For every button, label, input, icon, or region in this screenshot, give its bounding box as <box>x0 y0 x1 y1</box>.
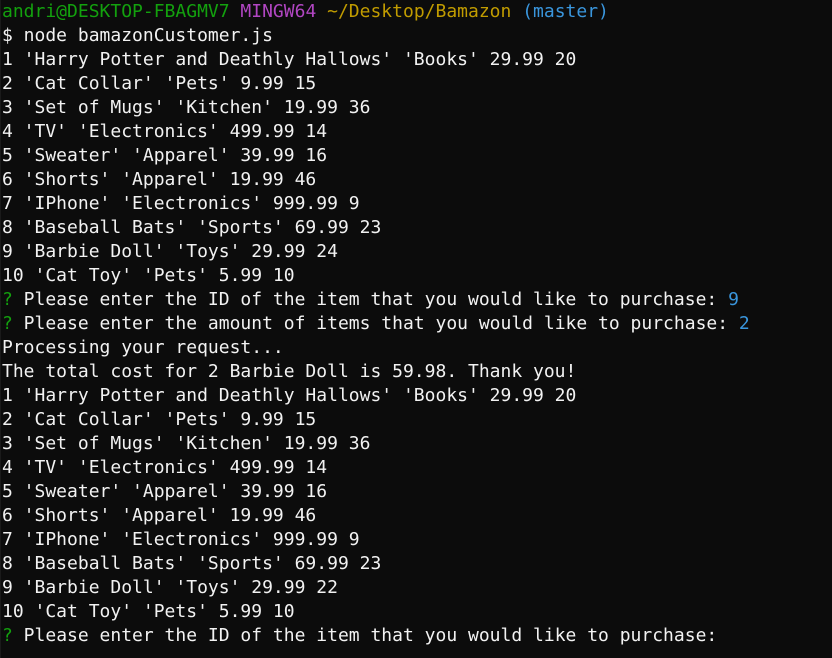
prompt-text: Please enter the ID of the item that you… <box>12 289 729 310</box>
id-prompt: ? Please enter the ID of the item that y… <box>1 288 832 312</box>
shell-prompt-header: andri@DESKTOP-FBAGMV7 MINGW64 ~/Desktop/… <box>1 0 832 24</box>
table-row: 10 'Cat Toy' 'Pets' 5.99 10 <box>2 601 295 622</box>
id-prompt-active[interactable]: ? Please enter the ID of the item that y… <box>1 624 832 648</box>
prompt-answer: 9 <box>728 289 739 310</box>
amount-prompt: ? Please enter the amount of items that … <box>1 312 832 336</box>
table-row: 9 'Barbie Doll' 'Toys' 29.99 22 <box>2 577 338 598</box>
table-row: 7 'IPhone' 'Electronics' 999.99 9 <box>2 193 360 214</box>
table-row: 6 'Shorts' 'Apparel' 19.99 46 <box>2 505 317 526</box>
table-row: 3 'Set of Mugs' 'Kitchen' 19.99 36 <box>2 97 371 118</box>
total-message: The total cost for 2 Barbie Doll is 59.9… <box>2 361 577 382</box>
terminal-window[interactable]: andri@DESKTOP-FBAGMV7 MINGW64 ~/Desktop/… <box>0 0 832 658</box>
user-host: andri@DESKTOP-FBAGMV7 <box>2 1 230 22</box>
git-branch: (master) <box>522 1 609 22</box>
question-mark-icon: ? <box>2 313 13 334</box>
table-row: 7 'IPhone' 'Electronics' 999.99 9 <box>2 529 360 550</box>
question-mark-icon: ? <box>2 289 13 310</box>
table-row: 6 'Shorts' 'Apparel' 19.99 46 <box>2 169 317 190</box>
table-row: 5 'Sweater' 'Apparel' 39.99 16 <box>2 145 328 166</box>
table-row: 8 'Baseball Bats' 'Sports' 69.99 23 <box>2 553 382 574</box>
prompt-text: Please enter the ID of the item that you… <box>12 625 718 646</box>
table-row: 10 'Cat Toy' 'Pets' 5.99 10 <box>2 265 295 286</box>
table-row: 3 'Set of Mugs' 'Kitchen' 19.99 36 <box>2 433 371 454</box>
table-row: 8 'Baseball Bats' 'Sports' 69.99 23 <box>2 217 382 238</box>
table-row: 1 'Harry Potter and Deathly Hallows' 'Bo… <box>2 49 577 70</box>
table-row: 4 'TV' 'Electronics' 499.99 14 <box>2 121 328 142</box>
table-row: 2 'Cat Collar' 'Pets' 9.99 15 <box>2 409 317 430</box>
command-line: $ node bamazonCustomer.js <box>2 25 273 46</box>
table-row: 2 'Cat Collar' 'Pets' 9.99 15 <box>2 73 317 94</box>
working-directory: ~/Desktop/Bamazon <box>327 1 512 22</box>
table-row: 1 'Harry Potter and Deathly Hallows' 'Bo… <box>2 385 577 406</box>
environment-name: MINGW64 <box>240 1 317 22</box>
table-row: 9 'Barbie Doll' 'Toys' 29.99 24 <box>2 241 338 262</box>
question-mark-icon: ? <box>2 625 13 646</box>
prompt-text: Please enter the amount of items that yo… <box>12 313 739 334</box>
table-row: 4 'TV' 'Electronics' 499.99 14 <box>2 457 328 478</box>
prompt-answer: 2 <box>738 313 750 334</box>
processing-message: Processing your request... <box>2 337 284 358</box>
table-row: 5 'Sweater' 'Apparel' 39.99 16 <box>2 481 328 502</box>
